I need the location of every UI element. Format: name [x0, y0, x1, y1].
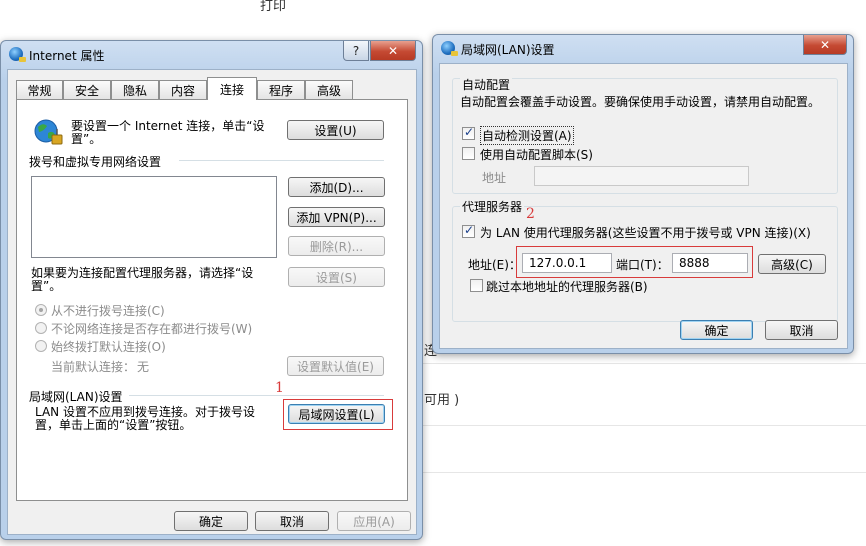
tab-connections[interactable]: 连接 — [207, 77, 257, 100]
auto-config-header: 自动配置 — [460, 76, 513, 93]
auto-script-checkbox[interactable] — [462, 147, 475, 160]
add-vpn-button[interactable]: 添加 VPN(P)... — [288, 207, 385, 227]
current-default-label: 当前默认连接： — [51, 360, 136, 374]
settings-button[interactable]: 设置(S) — [288, 267, 385, 287]
radio-never-dial[interactable] — [35, 304, 47, 316]
lan-settings-icon — [441, 41, 458, 56]
background-divider-3 — [420, 472, 866, 473]
script-address-input[interactable] — [534, 166, 749, 186]
ok-button[interactable]: 确定 — [174, 511, 248, 531]
proxy-config-description: 如果要为连接配置代理服务器，请选择“设置”。 — [31, 266, 254, 293]
auto-detect-checkbox[interactable] — [462, 125, 475, 140]
internet-properties-client: 常规 安全 隐私 内容 连接 程序 高级 要设置一个 Internet 连接，单… — [7, 69, 417, 535]
connections-panel: 要设置一个 Internet 连接，单击“设置”。 设置(U) 拨号和虚拟专用网… — [16, 99, 408, 501]
proxy-address-label: 地址(E)： — [468, 258, 521, 272]
bypass-local-checkbox[interactable] — [470, 279, 483, 292]
background-text-2: 可用 ) — [424, 393, 460, 408]
background-divider — [420, 363, 866, 364]
lan-window-title: 局域网(LAN)设置 — [461, 43, 555, 57]
lan-description: LAN 设置不应用到拨号连接。对于拨号设置，单击上面的“设置”按钮。 — [35, 405, 255, 432]
annotation-box-1 — [283, 399, 393, 430]
radio-never-dial-label: 从不进行拨号连接(C) — [51, 304, 165, 318]
tab-programs[interactable]: 程序 — [257, 80, 305, 99]
tab-privacy[interactable]: 隐私 — [111, 80, 159, 99]
current-default-value: 无 — [137, 360, 150, 374]
script-address-label: 地址 — [482, 171, 507, 185]
tab-strip: 常规 安全 隐私 内容 连接 程序 高级 — [16, 77, 406, 100]
auto-config-description: 自动配置会覆盖手动设置。要确保使用手动设置，请禁用自动配置。 — [460, 95, 821, 109]
dialup-header-line — [179, 160, 384, 161]
auto-detect-label: 自动检测设置(A) — [480, 126, 574, 145]
tab-advanced[interactable]: 高级 — [305, 80, 353, 99]
setup-button[interactable]: 设置(U) — [287, 120, 384, 140]
lan-settings-window: 局域网(LAN)设置 ✕ 自动配置 自动配置会覆盖手动设置。要确保使用手动设置，… — [432, 34, 854, 354]
radio-always-dial-label: 始终拨打默认连接(O) — [51, 340, 166, 354]
proxy-server-header: 代理服务器 — [460, 198, 525, 215]
add-button[interactable]: 添加(D)... — [288, 177, 385, 197]
lan-cancel-button[interactable]: 取消 — [765, 320, 838, 340]
lan-ok-button[interactable]: 确定 — [680, 320, 753, 340]
setup-description: 要设置一个 Internet 连接，单击“设置”。 — [71, 119, 265, 146]
close-button[interactable]: ✕ — [370, 41, 416, 61]
lan-settings-header: 局域网(LAN)设置 — [29, 390, 123, 404]
tab-general[interactable]: 常规 — [16, 80, 63, 99]
lan-settings-client: 自动配置 自动配置会覆盖手动设置。要确保使用手动设置，请禁用自动配置。 自动检测… — [439, 63, 848, 349]
radio-dial-when-no-network[interactable] — [35, 322, 47, 334]
annotation-number-1: 1 — [275, 380, 284, 396]
globe-network-icon — [33, 118, 63, 146]
radio-always-dial[interactable] — [35, 340, 47, 352]
use-proxy-checkbox[interactable] — [462, 223, 475, 238]
lan-header-line — [129, 395, 384, 396]
tab-security[interactable]: 安全 — [63, 80, 111, 99]
internet-options-icon — [9, 47, 26, 62]
internet-properties-window: Internet 属性 ? ✕ 常规 安全 隐私 内容 连接 程序 高级 要设置… — [0, 40, 423, 540]
delete-button[interactable]: 删除(R)... — [288, 236, 385, 256]
use-proxy-label: 为 LAN 使用代理服务器(这些设置不用于拨号或 VPN 连接)(X) — [480, 226, 811, 240]
set-default-button[interactable]: 设置默认值(E) — [287, 356, 384, 376]
tab-content[interactable]: 内容 — [159, 80, 207, 99]
help-button[interactable]: ? — [343, 41, 369, 61]
auto-script-label: 使用自动配置脚本(S) — [480, 148, 593, 162]
advanced-button[interactable]: 高级(C) — [758, 254, 826, 274]
apply-button[interactable]: 应用(A) — [337, 511, 411, 531]
bypass-local-label: 跳过本地地址的代理服务器(B) — [486, 280, 648, 294]
annotation-number-2: 2 — [526, 206, 535, 222]
annotation-box-2 — [516, 246, 753, 278]
background-divider-2 — [420, 425, 866, 426]
lan-close-button[interactable]: ✕ — [803, 35, 847, 55]
dialup-vpn-header: 拨号和虚拟专用网络设置 — [29, 155, 162, 169]
radio-dial-when-no-network-label: 不论网络连接是否存在都进行拨号(W) — [51, 322, 253, 336]
cancel-button[interactable]: 取消 — [255, 511, 329, 531]
dialup-connections-list[interactable] — [31, 176, 277, 258]
window-title: Internet 属性 — [29, 49, 105, 63]
background-print-label: 打印 — [260, 0, 287, 14]
